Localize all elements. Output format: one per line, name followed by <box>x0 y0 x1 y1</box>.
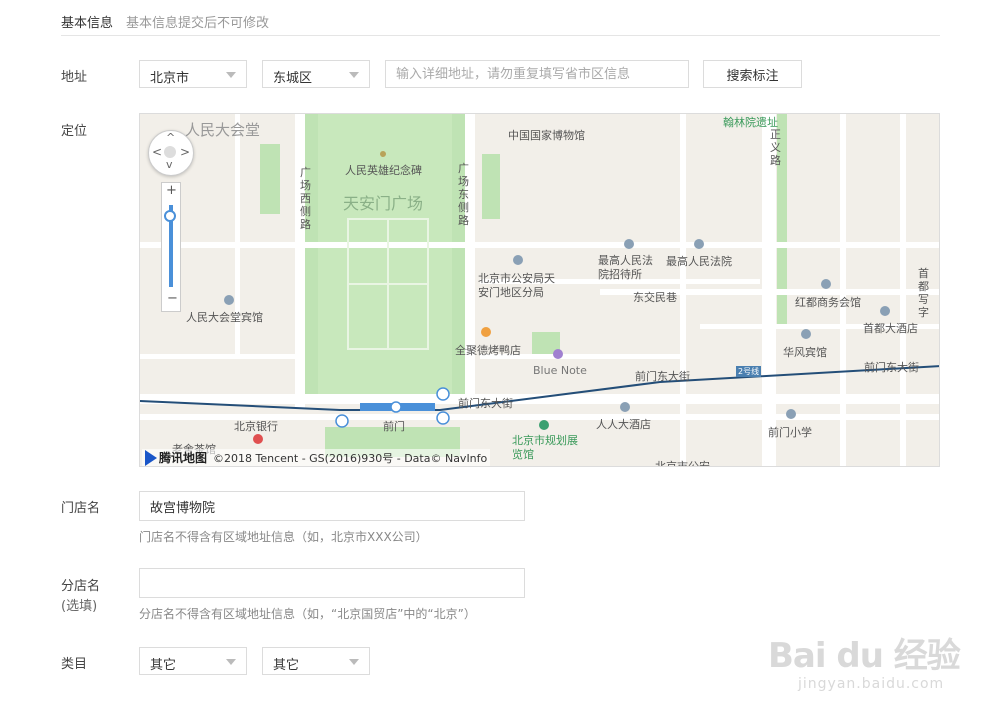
map-label-qianmen-east-2: 前门东大街 <box>458 397 513 410</box>
map-label-capital2: 首都写字 <box>918 267 929 319</box>
map-label-police: 北京市公安局天安门地区分局 <box>478 272 555 299</box>
chevron-down-icon <box>349 659 359 665</box>
category-secondary-value: 其它 <box>273 658 300 673</box>
map-label-court: 最高人民法院 <box>666 255 732 268</box>
map-label-quanjude: 全聚德烤鸭店 <box>455 344 521 357</box>
branch-name-input[interactable] <box>139 568 525 598</box>
section-note: 基本信息提交后不可修改 <box>126 16 270 31</box>
chevron-down-icon <box>226 659 236 665</box>
pan-up-icon[interactable]: ^ <box>166 131 175 144</box>
zoom-in-icon[interactable]: + <box>166 183 177 198</box>
map-label-line2: 2号线 <box>736 366 762 377</box>
pan-left-icon[interactable]: < <box>152 145 162 159</box>
district-select[interactable]: 东城区 <box>262 60 370 88</box>
chevron-down-icon <box>226 72 236 78</box>
map-label-qianmen: 前门 <box>383 420 405 433</box>
map-label-zhengyi: 正义路 <box>770 128 781 167</box>
search-mark-button[interactable]: 搜索标注 <box>703 60 802 88</box>
map-label-square: 天安门广场 <box>343 194 424 213</box>
zoom-out-icon[interactable]: − <box>167 291 178 306</box>
map-label-dongjiaomin: 东交民巷 <box>633 291 677 304</box>
chevron-down-icon <box>349 72 359 78</box>
attribution-text: ©2018 Tencent - GS(2016)930号 - Data© Nav… <box>213 451 488 465</box>
pan-right-icon[interactable]: > <box>180 145 190 159</box>
store-name-label: 门店名 <box>61 501 101 516</box>
map-label-capital: 首都大酒店 <box>863 322 918 335</box>
map-label-east-side: 广场东侧路 <box>458 162 469 227</box>
section-title: 基本信息 <box>61 16 114 31</box>
map-zoom-control[interactable]: + − <box>161 182 181 312</box>
section-divider <box>61 35 940 36</box>
category-primary-value: 其它 <box>150 658 177 673</box>
branch-name-label: 分店名 <box>61 579 101 594</box>
map-label-great-hall: 人民大会堂 <box>185 121 261 139</box>
map-label-court-hotel: 最高人民法院招待所 <box>598 254 653 281</box>
pan-down-icon[interactable]: v <box>166 158 173 171</box>
map-attribution: 腾讯地图 ©2018 Tencent - GS(2016)930号 - Data… <box>142 449 491 466</box>
map-label-police-2: 北京市公安 <box>655 460 710 467</box>
map-label-bank: 北京银行 <box>234 420 278 433</box>
map-label-bluenote: Blue Note <box>533 364 587 377</box>
city-select[interactable]: 北京市 <box>139 60 247 88</box>
map-label-renren: 人人大酒店 <box>596 418 651 431</box>
watermark-url: jingyan.baidu.com <box>798 676 945 692</box>
map-pan-control[interactable]: ^ < > v <box>148 130 194 176</box>
city-select-value: 北京市 <box>150 71 190 86</box>
map-label-qianmen-school: 前门小学 <box>768 426 812 439</box>
watermark-brand: Bai du 经验 <box>768 636 961 676</box>
attribution-brand: 腾讯地图 <box>159 451 208 465</box>
location-label: 定位 <box>61 124 88 139</box>
store-name-hint: 门店名不得含有区域地址信息（如，北京市XXX公司） <box>139 530 428 544</box>
address-detail-input[interactable] <box>385 60 689 88</box>
map-label-qianmen-east-1: 前门东大街 <box>635 370 690 383</box>
map-label-west-side: 广场西侧路 <box>300 166 311 231</box>
store-name-input[interactable] <box>139 491 525 521</box>
address-label: 地址 <box>61 70 88 85</box>
district-select-value: 东城区 <box>273 71 313 86</box>
map-label-great-hall-hotel: 人民大会堂宾馆 <box>186 311 263 324</box>
zoom-slider-handle[interactable] <box>164 210 176 222</box>
category-label: 类目 <box>61 657 88 672</box>
map-label-huafeng: 华风宾馆 <box>783 346 827 359</box>
branch-name-hint: 分店名不得含有区域地址信息（如，“北京国贸店”中的“北京”） <box>139 607 476 621</box>
search-mark-button-label: 搜索标注 <box>726 68 779 84</box>
category-secondary-select[interactable]: 其它 <box>262 647 370 675</box>
branch-name-optional: (选填) <box>61 599 98 614</box>
map-label-hongdu: 红都商务会馆 <box>795 296 861 309</box>
tencent-map-logo-icon <box>145 449 157 466</box>
map-view[interactable]: 人民大会堂 中国国家博物馆 人民英雄纪念碑 天安门广场 广场西侧路 广场东侧路 … <box>139 113 940 467</box>
map-label-qianmen-east-3: 前门东大街 <box>864 361 919 374</box>
map-label-museum: 中国国家博物馆 <box>508 129 585 142</box>
pan-center-icon <box>164 146 176 158</box>
category-primary-select[interactable]: 其它 <box>139 647 247 675</box>
map-label-planning: 北京市规划展览馆 <box>512 434 578 461</box>
map-label-monument: 人民英雄纪念碑 <box>345 164 422 177</box>
